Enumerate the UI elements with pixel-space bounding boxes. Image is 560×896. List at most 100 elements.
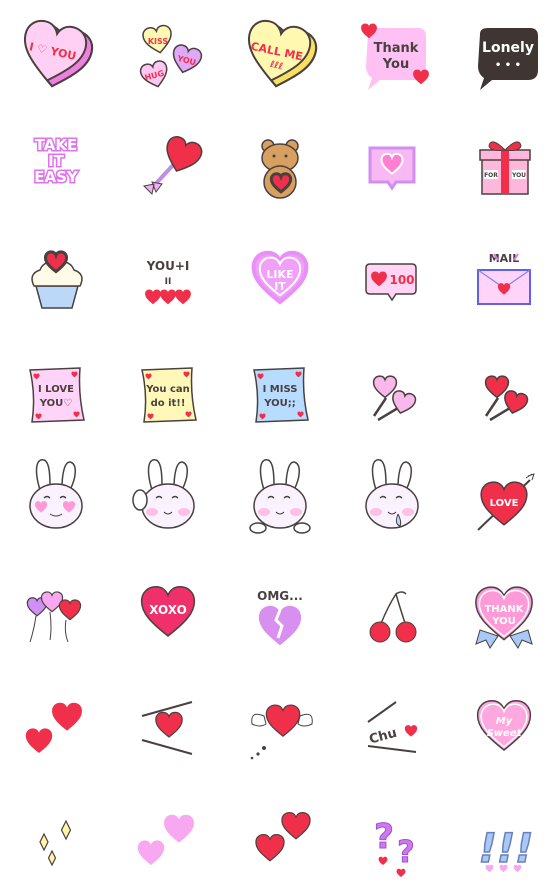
emoji-my-sweet-heart[interactable]: My Sweet [448,672,560,784]
emoji-candy-heart-call-me[interactable]: CALL ME ℓℓℓ [224,0,336,112]
emoji-omg-broken-heart[interactable]: OMG... [224,560,336,672]
emoji-heart-balloons[interactable] [0,560,112,672]
two-red-hearts-outlined-icon [255,811,311,862]
emoji-heart-cupcake[interactable] [0,224,112,336]
emoji-cherries[interactable] [336,560,448,672]
emoji-sparkles[interactable] [0,784,112,896]
heart-shape [265,704,301,737]
emoji-bunny-drooling[interactable] [336,448,448,560]
like-count-bubble-icon: 100 [365,263,417,302]
heart-balloons-icon [26,591,82,643]
emoji-text: You [382,57,409,72]
emoji-text: do it!! [151,398,186,409]
heart-shape [378,856,388,865]
heart-cupcake-icon [31,250,83,309]
emoji-note-i-miss-you[interactable]: I MISS YOU;; [224,336,336,448]
like-it-neon-heart-icon: LIKEIT [251,250,309,305]
bunny-smiling-icon [249,459,311,534]
bunny-heart-eyes-icon [29,459,83,529]
thank-you-heart-badge-icon: THANKYOU [475,586,533,649]
emoji-note-i-love-you[interactable]: I LOVE YOU♡ [0,336,112,448]
candy-heart-call-me-icon: CALL MEℓℓℓ [247,19,318,88]
heart-shape [52,702,82,731]
emoji-text: Chu [368,726,399,748]
emoji-text: YOU;; [263,398,296,409]
emoji-heart-lollipop[interactable] [112,112,224,224]
you-plus-i-hearts-icon: YOU+I II [145,259,191,305]
emoji-mail-envelope[interactable]: MAIL [448,224,560,336]
heart-message-box-icon [368,146,416,191]
emoji-red-heart-lollipops[interactable] [448,336,560,448]
emoji-text: KISS [148,37,169,46]
note-i-love-you-icon: I LOVE YOU♡ [29,367,85,423]
heart-shape [137,840,165,865]
teddy-bear-heart-icon [261,139,299,199]
emoji-teddy-bear-heart[interactable] [224,112,336,224]
chu-kiss-icon: Chu [367,701,418,753]
emoji-like-count-bubble[interactable]: 100 [336,224,448,336]
bunny-waving-icon [132,459,195,529]
emoji-text: YOU+I [146,259,190,273]
emoji-text: ? [374,817,394,857]
heart-lollipop-icon [142,136,203,196]
heart-shape [164,814,194,843]
heart-shape [160,289,176,305]
cherries-icon [369,591,417,643]
emoji-text: IT [274,280,286,293]
sparkle-icon [60,819,72,841]
thank-you-bubble-icon: ThankYou [361,23,429,90]
heart-shape [404,725,418,737]
emoji-take-it-easy-text[interactable]: TAKE IT EASY [0,112,112,224]
heart-with-lines-icon [141,701,193,755]
emoji-bunny-waving[interactable] [112,448,224,560]
winged-heart-icon [250,704,313,760]
emoji-gift-box-for-you[interactable]: FOR YOU [448,112,560,224]
emoji-candy-hearts-kiss-hug-you[interactable]: KISS YOU HUG [112,0,224,112]
exclamation-marks-icon: !!! [478,825,534,873]
emoji-bunny-smiling[interactable] [224,448,336,560]
emoji-you-plus-i-hearts[interactable]: YOU+I II [112,224,224,336]
emoji-thank-you-heart-badge[interactable]: THANK YOU [448,560,560,672]
heart-shape [25,728,53,753]
emoji-pink-heart-lollipops[interactable] [336,336,448,448]
emoji-two-red-hearts[interactable] [0,672,112,784]
xoxo-heart-icon: XOXO [140,586,196,637]
emoji-winged-heart[interactable] [224,672,336,784]
emoji-text: I LOVE [38,384,74,395]
heart-arrow-love-icon: LOVE [477,473,535,531]
emoji-like-it-neon-heart[interactable]: LIKE IT [224,224,336,336]
lonely-bubble-icon: Lonely • • • [478,28,538,90]
heart-shape [396,868,406,877]
two-red-hearts-icon [25,702,82,753]
emoji-lonely-bubble[interactable]: Lonely • • • [448,0,560,112]
emoji-text: YOU [511,172,526,179]
sparkle-icon [47,849,57,867]
gift-box-for-you-icon: FOR YOU [479,141,531,195]
emoji-text: YOU♡ [39,398,73,409]
emoji-xoxo-heart[interactable]: XOXO [112,560,224,672]
emoji-bunny-heart-eyes[interactable] [0,448,112,560]
emoji-exclamation-marks[interactable]: !!! [448,784,560,896]
emoji-chu-kiss[interactable]: Chu [336,672,448,784]
emoji-heart-message-box[interactable] [336,112,448,224]
heart-shape [58,599,82,621]
candy-hearts-kiss-hug-you-icon: KISSYOUHUG [139,24,203,88]
candy-heart-i-love-you-icon: I ♡ YOU [23,19,94,88]
emoji-text: YOU [491,616,516,627]
emoji-thank-you-bubble[interactable]: Thank You [336,0,448,112]
omg-broken-heart-icon: OMG... [257,589,303,646]
note-you-can-do-it-icon: You can do it!! [141,367,197,423]
emoji-question-marks[interactable]: ?? [336,784,448,896]
emoji-note-you-can-do-it[interactable]: You can do it!! [112,336,224,448]
emoji-text: ? [397,835,414,870]
emoji-two-red-hearts-outlined[interactable] [224,784,336,896]
emoji-two-pink-hearts[interactable] [112,784,224,896]
emoji-text: EASY [34,168,79,186]
pink-heart-lollipops-icon [372,375,417,422]
emoji-candy-heart-i-love-you[interactable]: I ♡ YOU [0,0,112,112]
sparkles-icon [39,819,72,867]
emoji-heart-with-lines[interactable] [112,672,224,784]
emoji-text: I MISS [263,384,298,395]
emoji-grid: I ♡ YOU KISS YOU HUG CALL ME ℓℓℓ Thank You Lonel… [0,0,560,896]
emoji-heart-arrow-love[interactable]: LOVE [448,448,560,560]
